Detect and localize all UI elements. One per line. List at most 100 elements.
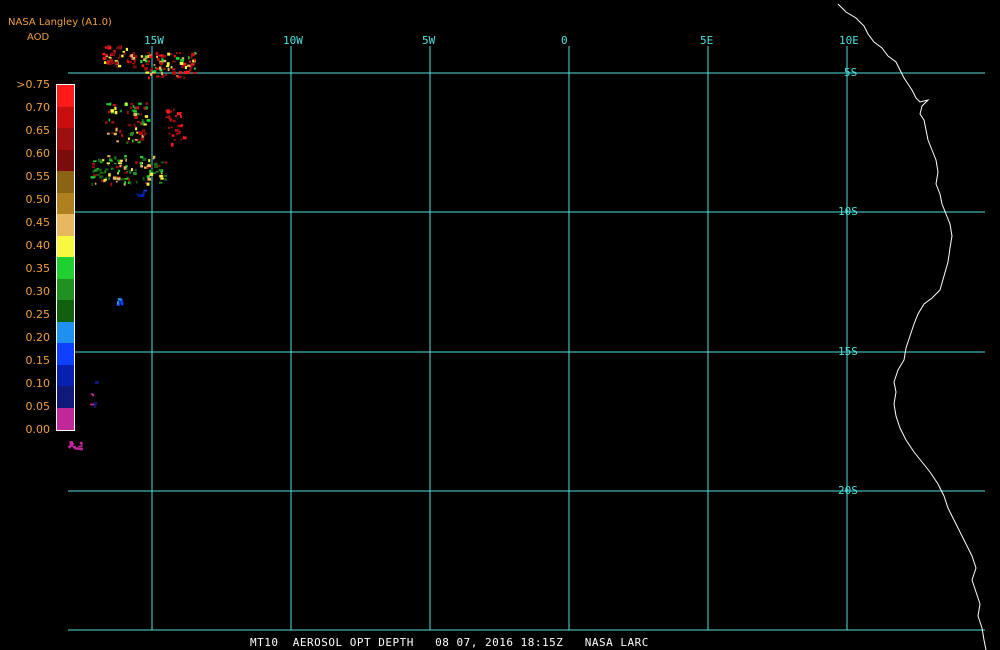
aod-pixel bbox=[165, 116, 170, 118]
lat-label-3: 20S bbox=[838, 484, 858, 497]
aod-pixel bbox=[121, 133, 124, 138]
aod-pixel bbox=[169, 118, 172, 122]
aod-pixel bbox=[125, 47, 128, 51]
aod-pixel bbox=[93, 174, 98, 177]
aod-pixel bbox=[115, 166, 119, 169]
aod-pixel bbox=[94, 168, 98, 172]
aod-pixel bbox=[145, 71, 150, 74]
aod-pixel bbox=[140, 161, 142, 165]
aod-pixel bbox=[104, 46, 107, 49]
aod-pixel bbox=[125, 102, 128, 106]
aod-pixel bbox=[117, 169, 121, 173]
aod-pixel bbox=[147, 177, 152, 181]
lon-label-2: 5W bbox=[422, 34, 436, 47]
legend-label-15: 0.00 bbox=[25, 423, 51, 436]
aod-pixel bbox=[105, 121, 108, 124]
aod-pixel bbox=[146, 182, 150, 186]
aod-pixel bbox=[177, 131, 181, 135]
aod-pixel bbox=[120, 165, 123, 168]
aod-pixel bbox=[155, 171, 159, 173]
aod-pixel bbox=[133, 59, 136, 63]
aod-pixel bbox=[149, 163, 152, 165]
aod-pixel bbox=[113, 52, 116, 56]
aod-pixel bbox=[177, 112, 181, 116]
aod-pixel bbox=[117, 301, 120, 305]
aod-pixel bbox=[116, 140, 119, 143]
aod-pixel bbox=[160, 172, 163, 175]
aod-pixel bbox=[132, 139, 134, 143]
aod-pixel bbox=[102, 52, 106, 56]
aod-pixel bbox=[190, 56, 193, 59]
source-label: NASA Langley (A1.0) bbox=[8, 17, 112, 28]
aod-pixel bbox=[101, 176, 104, 179]
aod-pixel bbox=[112, 176, 117, 180]
aod-pixel bbox=[127, 140, 130, 143]
aod-pixel bbox=[178, 52, 181, 54]
aod-pixel bbox=[109, 58, 114, 63]
lat-label-1: 10S bbox=[838, 205, 858, 218]
aod-pixel bbox=[91, 166, 95, 168]
aod-pixel bbox=[108, 173, 111, 177]
aod-pixel bbox=[166, 110, 171, 114]
aod-pixel bbox=[105, 168, 109, 171]
coastline bbox=[837, 3, 987, 650]
map-canvas bbox=[68, 3, 987, 650]
aod-pixel bbox=[110, 52, 113, 56]
aod-pixels bbox=[68, 45, 197, 451]
aod-pixel bbox=[148, 60, 150, 63]
aod-pixel bbox=[76, 447, 79, 450]
aod-pixel bbox=[135, 161, 138, 164]
aod-pixel bbox=[140, 123, 144, 125]
aod-pixel bbox=[163, 54, 166, 58]
aod-pixel bbox=[164, 161, 168, 164]
aod-pixel bbox=[144, 166, 147, 169]
legend-label-11: 0.20 bbox=[25, 331, 51, 344]
aod-pixel bbox=[143, 123, 147, 126]
aod-pixel bbox=[176, 52, 178, 55]
aod-pixel bbox=[109, 102, 112, 106]
aod-pixel bbox=[191, 52, 195, 57]
aod-pixel bbox=[146, 119, 151, 122]
aod-pixel bbox=[108, 118, 111, 122]
aod-pixel bbox=[128, 178, 130, 182]
aod-pixel bbox=[188, 56, 190, 60]
aod-pixel bbox=[159, 181, 163, 184]
aod-pixel bbox=[158, 169, 163, 172]
aod-pixel bbox=[134, 116, 138, 119]
aod-pixel bbox=[150, 73, 153, 76]
aod-pixel bbox=[180, 58, 184, 62]
aod-pixel bbox=[141, 119, 144, 121]
aod-pixel bbox=[137, 121, 140, 123]
aod-pixel bbox=[143, 189, 148, 192]
aod-pixel bbox=[117, 298, 122, 301]
aod-pixel bbox=[170, 66, 173, 69]
legend-label-10: 0.25 bbox=[25, 308, 51, 321]
aod-pixel bbox=[167, 52, 171, 56]
aod-pixel bbox=[130, 57, 133, 60]
aod-pixel bbox=[179, 76, 182, 79]
lat-label-0: 5S bbox=[844, 66, 858, 79]
aod-pixel bbox=[137, 194, 141, 197]
aod-pixel bbox=[102, 56, 107, 60]
aod-pixel bbox=[158, 165, 161, 167]
legend-label-8: 0.35 bbox=[25, 262, 51, 275]
aod-pixel bbox=[170, 126, 173, 129]
aod-pixel bbox=[153, 70, 157, 73]
aod-pixel bbox=[104, 170, 107, 174]
aod-pixel bbox=[145, 55, 147, 59]
aod-pixel bbox=[92, 393, 95, 397]
aod-pixel bbox=[164, 174, 168, 177]
aod-pixel bbox=[98, 168, 102, 172]
lon-label-4: 5E bbox=[700, 34, 714, 47]
aod-pixel bbox=[116, 66, 119, 69]
aod-pixel bbox=[138, 131, 140, 135]
aod-pixel bbox=[92, 162, 95, 166]
aod-pixel bbox=[133, 171, 137, 176]
aod-pixel bbox=[92, 160, 97, 162]
aod-pixel bbox=[167, 126, 170, 129]
aod-pixel bbox=[127, 60, 130, 64]
aod-pixel bbox=[159, 174, 164, 178]
aod-pixel bbox=[118, 54, 121, 58]
aod-pixel bbox=[114, 106, 117, 111]
aod-pixel bbox=[130, 131, 134, 135]
